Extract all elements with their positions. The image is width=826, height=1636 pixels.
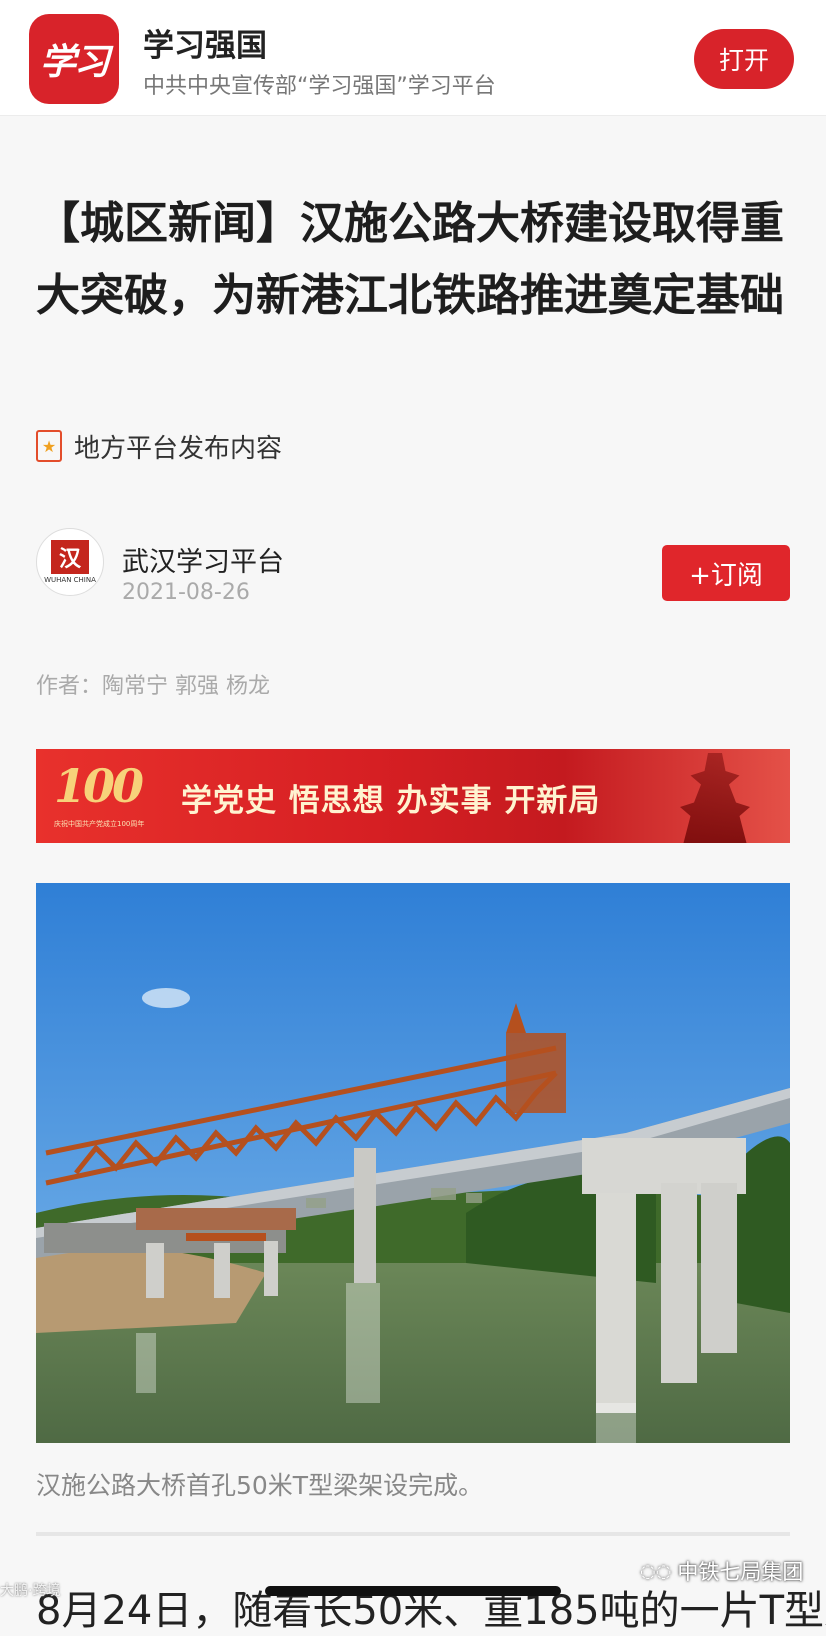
photo-caption: 汉施公路大桥首孔50米T型梁架设完成。 [36, 1471, 484, 1500]
article-authors: 作者：陶常宁 郭强 杨龙 [36, 674, 270, 699]
app-logo[interactable]: 学习 [29, 14, 119, 104]
wechat-icon: ◌◌ [640, 1560, 672, 1582]
article-title: 【城区新闻】汉施公路大桥建设取得重大突破，为新港江北铁路推进奠定基础 [36, 198, 784, 321]
publisher-logo-caption: WUHAN CHINA [44, 576, 96, 584]
publisher-name[interactable]: 武汉学习平台 [122, 540, 284, 579]
watermark-right-text: 中铁七局集团 [677, 1560, 804, 1584]
party-history-banner[interactable]: 100 庆祝中国共产党成立100周年 学党史 悟思想 办实事 开新局 [36, 749, 790, 843]
watermark-left: 大鹏·跨境 [0, 1583, 61, 1599]
source-tag-label: 地方平台发布内容 [74, 433, 283, 464]
star-badge-icon: ★ [36, 430, 62, 462]
centenary-badge-caption: 庆祝中国共产党成立100周年 [54, 820, 145, 828]
publisher-avatar[interactable]: 汉 WUHAN CHINA [36, 528, 104, 596]
app-subtitle: 中共中央宣传部“学习强国”学习平台 [143, 74, 496, 99]
app-download-bar: 学习 学习强国 中共中央宣传部“学习强国”学习平台 打开 [0, 0, 826, 116]
subscribe-button[interactable]: +订阅 [662, 545, 790, 601]
section-divider [36, 1532, 790, 1536]
home-indicator[interactable] [265, 1586, 561, 1596]
yellow-crane-tower-icon [680, 753, 750, 843]
app-name: 学习强国 [143, 28, 267, 64]
source-tag: ★ 地方平台发布内容 [36, 428, 282, 464]
publisher-logo-mark: 汉 [51, 540, 89, 574]
watermark-right: ◌◌ 中铁七局集团 [640, 1556, 803, 1586]
banner-slogan: 学党史 悟思想 办实事 开新局 [181, 783, 601, 819]
bridge-photo[interactable] [36, 883, 790, 1443]
open-app-button[interactable]: 打开 [694, 29, 794, 89]
publish-date: 2021-08-26 [122, 580, 250, 605]
centenary-badge: 100 [54, 759, 144, 813]
